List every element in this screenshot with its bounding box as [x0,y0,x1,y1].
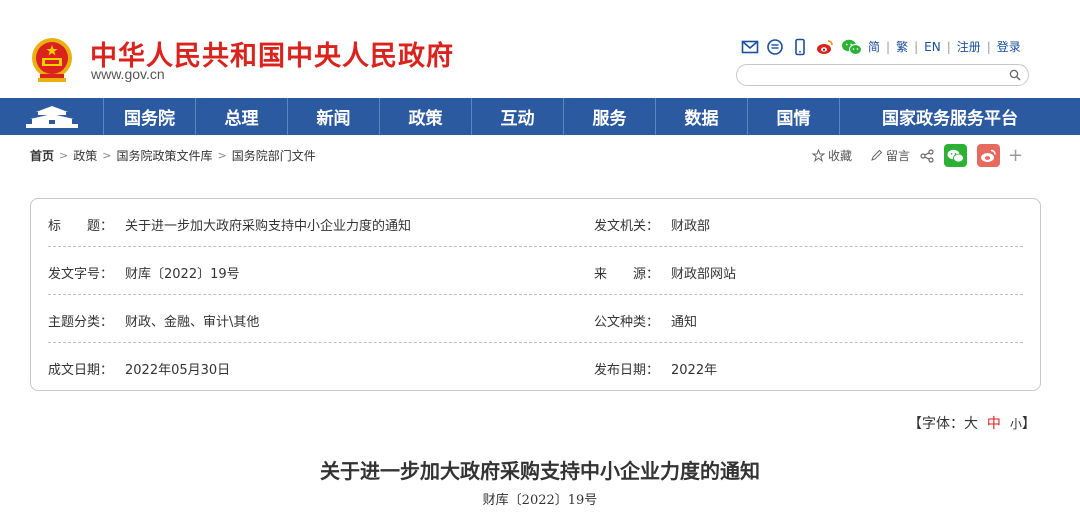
written-date-label: 成文日期： [48,363,114,378]
site-header: 中华人民共和国中央人民政府 www.gov.cn 简 | 繁 | EN | 注册… [0,0,1080,98]
font-size-close: 】 [1021,416,1036,432]
nav-item-data[interactable]: 数据 [656,98,748,135]
lang-simplified[interactable]: 简 [868,38,880,55]
font-size-control: 【字体：大 中 小】 [908,413,1036,433]
nav-item-national-info[interactable]: 国情 [748,98,840,135]
info-row: 成文日期： 2022年05月30日 发布日期： 2022年 [48,343,1023,391]
weibo-icon[interactable] [816,38,834,56]
breadcrumb: 首页 > 政策 > 国务院政策文件库 > 国务院部门文件 [30,147,316,164]
share-toolbar: 收藏 留言 + [812,144,1023,167]
info-row: 主题分类： 财政、金融、审计\其他 公文种类： 通知 [48,295,1023,343]
font-size-medium[interactable]: 中 [987,416,1001,432]
doctype-value: 通知 [671,315,698,330]
title-value: 关于进一步加大政府采购支持中小企业力度的通知 [125,219,412,234]
publish-date-label: 发布日期： [594,363,660,378]
separator: | [986,39,991,54]
wechat-share-button[interactable] [944,144,968,167]
document-info-table: 标 题： 关于进一步加大政府采购支持中小企业力度的通知 发文机关： 财政部 发文… [30,198,1041,391]
docno-value: 财库〔2022〕19号 [125,267,240,282]
star-icon [812,149,825,162]
separator: | [914,39,919,54]
breadcrumb-department-docs[interactable]: 国务院部门文件 [232,147,316,164]
separator: | [946,39,951,54]
wechat-icon [947,149,964,162]
lang-traditional[interactable]: 繁 [896,38,908,55]
main-nav: 国务院 总理 新闻 政策 互动 服务 数据 国情 国家政务服务平台 [0,98,1080,135]
font-size-small[interactable]: 小 [1010,417,1022,431]
comment-button[interactable]: 留言 [870,147,910,164]
comment-label: 留言 [886,149,911,163]
separator: | [886,39,891,54]
font-size-large[interactable]: 大 [964,416,978,432]
nav-home[interactable] [0,98,104,135]
national-emblem-icon[interactable] [30,36,74,84]
weibo-icon [981,149,996,162]
doctype-label: 公文种类： [594,315,660,330]
tiananmen-icon [25,105,78,128]
publish-date-value: 2022年 [671,363,718,378]
source-label: 来 源： [594,267,660,282]
favorite-label: 收藏 [828,149,853,163]
search-input[interactable] [747,66,1007,86]
nav-item-gov-service-platform[interactable]: 国家政务服务平台 [840,98,1060,135]
title-label: 标 题： [48,219,114,234]
info-row: 标 题： 关于进一步加大政府采购支持中小企业力度的通知 发文机关： 财政部 [48,199,1023,247]
wechat-icon[interactable] [841,38,863,56]
breadcrumb-home[interactable]: 首页 [30,147,54,164]
breadcrumb-policy-library[interactable]: 国务院政策文件库 [116,147,212,164]
site-url[interactable]: www.gov.cn [91,66,165,82]
header-tools [741,38,863,56]
chevron-right-icon: > [217,149,227,162]
search-icon[interactable] [1009,69,1021,81]
comment-icon[interactable] [766,38,784,56]
document-number: 财库〔2022〕19号 [482,493,598,508]
document-title: 关于进一步加大政府采购支持中小企业力度的通知 [320,459,760,483]
search-box [736,64,1029,86]
nav-item-news[interactable]: 新闻 [288,98,380,135]
chevron-right-icon: > [59,149,69,162]
nav-item-policy[interactable]: 政策 [380,98,472,135]
favorite-button[interactable]: 收藏 [812,147,852,164]
topic-label: 主题分类： [48,315,114,330]
share-icon[interactable] [920,148,934,163]
docno-label: 发文字号： [48,267,114,282]
nav-item-services[interactable]: 服务 [564,98,656,135]
issuer-label: 发文机关： [594,219,660,234]
issuer-value: 财政部 [671,219,711,234]
nav-item-state-council[interactable]: 国务院 [104,98,196,135]
plus-icon[interactable]: + [1008,146,1023,165]
mail-icon[interactable] [741,38,759,56]
lang-english[interactable]: EN [924,40,941,54]
breadcrumb-policy[interactable]: 政策 [73,147,97,164]
nav-item-premier[interactable]: 总理 [196,98,288,135]
topic-value: 财政、金融、审计\其他 [125,315,260,330]
mobile-icon[interactable] [791,38,809,56]
font-size-label: 【字体： [908,416,964,432]
chevron-right-icon: > [102,149,112,162]
pen-icon [871,149,883,161]
written-date-value: 2022年05月30日 [125,363,231,378]
nav-item-interaction[interactable]: 互动 [472,98,564,135]
language-links: 简 | 繁 | EN | 注册 | 登录 [868,38,1021,55]
info-row: 发文字号： 财库〔2022〕19号 来 源： 财政部网站 [48,247,1023,295]
source-value: 财政部网站 [671,267,737,282]
weibo-share-button[interactable] [977,144,1001,167]
login-link[interactable]: 登录 [997,38,1021,55]
register-link[interactable]: 注册 [957,38,981,55]
